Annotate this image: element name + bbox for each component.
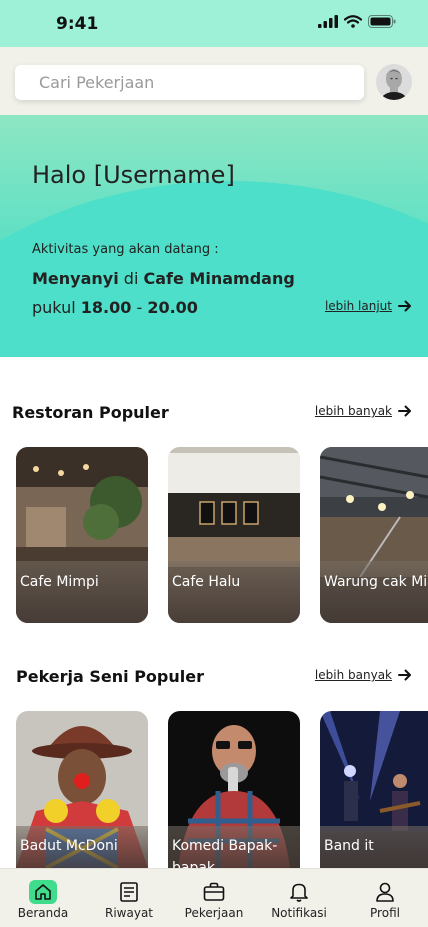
avatar[interactable] [376, 64, 412, 100]
signal-icon [318, 15, 338, 28]
restaurant-card[interactable]: Warung cak Mi [320, 447, 428, 623]
activity-title: Menyanyi di Cafe Minamdang [32, 269, 295, 288]
restaurant-card[interactable]: Cafe Mimpi [16, 447, 148, 623]
tab-label: Pekerjaan [184, 906, 244, 920]
restaurants-more-label: lebih banyak [314, 404, 392, 418]
activity-di: di [123, 269, 139, 288]
tab-riwayat[interactable]: Riwayat [86, 869, 172, 927]
artists-title: Pekerja Seni Populer [16, 667, 204, 686]
tab-label: Beranda [17, 906, 69, 920]
restaurant-name: Warung cak Mi [324, 574, 428, 590]
receipt-icon [115, 880, 143, 904]
wifi-icon [344, 15, 362, 28]
greeting: Halo [Username] [32, 161, 235, 189]
activity-time: pukul 18.00 - 20.00 [32, 298, 198, 317]
activity-banner: Halo [Username] Aktivitas yang akan data… [0, 115, 428, 357]
bell-icon [285, 880, 313, 904]
tab-label: Notifikasi [271, 906, 327, 920]
tab-label: Riwayat [105, 906, 153, 920]
artist-card[interactable]: Badut McDoni [16, 711, 148, 868]
activity-time-to: 20.00 [147, 298, 198, 317]
battery-icon [368, 15, 396, 28]
tab-beranda[interactable]: Beranda [0, 869, 86, 927]
activity-pukul: pukul [32, 298, 76, 317]
more-activity-label: lebih lanjut [324, 299, 392, 313]
artist-card[interactable]: Band it [320, 711, 428, 868]
artists-more-label: lebih banyak [314, 668, 392, 682]
activity-label: Aktivitas yang akan datang : [32, 242, 219, 257]
arrow-right-icon [398, 300, 411, 312]
search-header: Cari Pekerjaan [0, 47, 428, 115]
restaurant-name: Cafe Halu [172, 574, 241, 590]
status-icons [318, 15, 396, 28]
tab-label: Profil [370, 906, 400, 920]
activity-name: Menyanyi [32, 269, 119, 288]
activity-place: Cafe Minamdang [143, 269, 295, 288]
status-bar: 9:41 [0, 0, 428, 47]
restaurant-card[interactable]: Cafe Halu [168, 447, 300, 623]
home-icon [29, 880, 57, 904]
activity-time-from: 18.00 [80, 298, 132, 317]
status-time: 9:41 [56, 14, 99, 34]
user-icon [371, 880, 399, 904]
search-input[interactable]: Cari Pekerjaan [15, 65, 364, 100]
bottom-tab-bar: Beranda Riwayat Pekerjaan Notifikasi Pro… [0, 868, 428, 927]
tab-notifikasi[interactable]: Notifikasi [256, 869, 342, 927]
more-activity-link[interactable]: lebih lanjut [325, 299, 412, 313]
tab-pekerjaan[interactable]: Pekerjaan [171, 869, 257, 927]
arrow-right-icon [398, 669, 411, 681]
artist-name: Komedi Bapak-bapak [172, 838, 278, 868]
restaurants-title: Restoran Populer [12, 403, 169, 422]
restaurants-more-link[interactable]: lebih banyak [315, 404, 412, 418]
activity-time-dash: - [136, 298, 143, 317]
briefcase-icon [200, 880, 228, 904]
artists-more-link[interactable]: lebih banyak [315, 668, 412, 682]
artist-name: Badut McDoni [20, 838, 118, 854]
restaurant-name: Cafe Mimpi [20, 574, 99, 590]
arrow-right-icon [398, 405, 411, 417]
artist-name: Band it [324, 838, 374, 854]
artist-card[interactable]: Komedi Bapak-bapak [168, 711, 300, 868]
tab-profil[interactable]: Profil [342, 869, 428, 927]
